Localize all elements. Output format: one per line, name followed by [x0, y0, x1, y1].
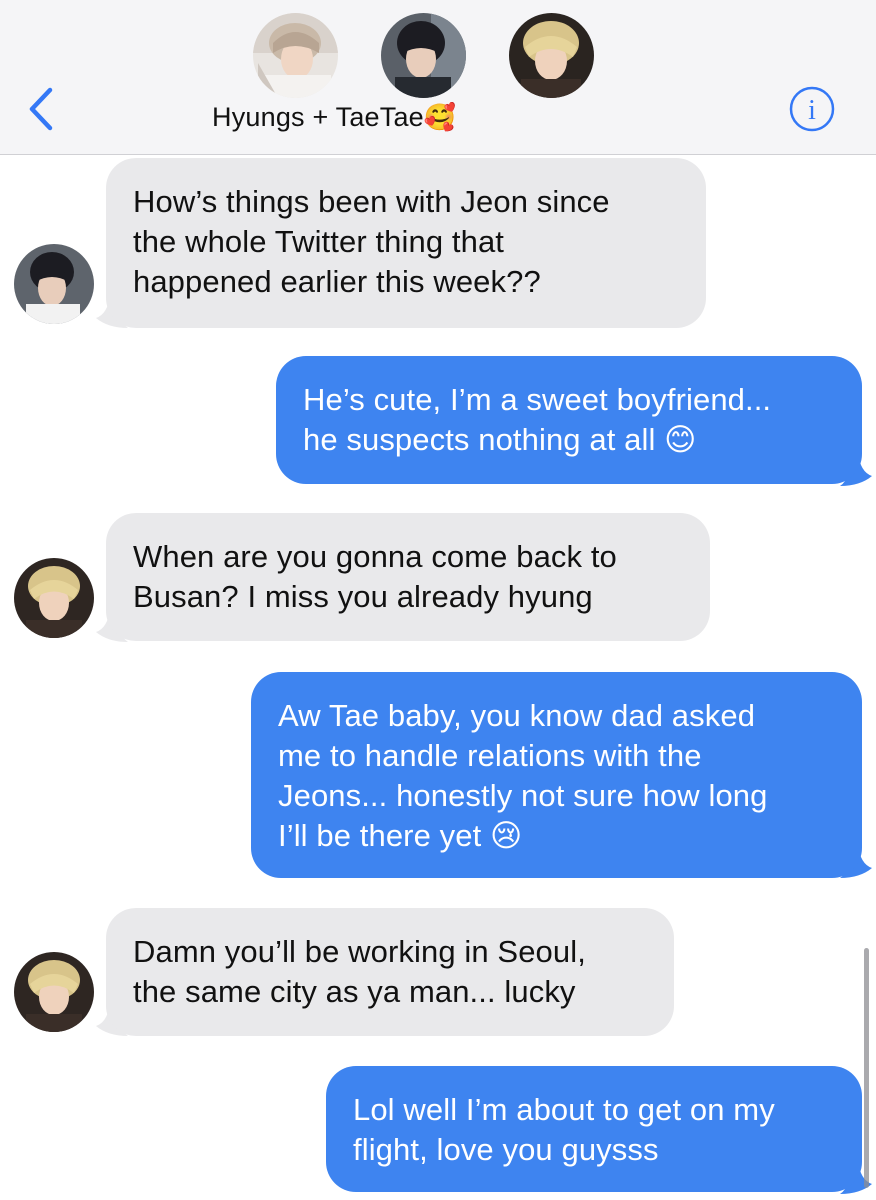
scrollbar[interactable] — [864, 948, 869, 1188]
message-line: When are you gonna come back to — [133, 539, 617, 574]
avatar-member-3[interactable] — [14, 952, 94, 1032]
group-avatars[interactable] — [0, 0, 876, 110]
message-line: I’ll be there yet 😢 — [278, 818, 523, 853]
message-line: Jeons... honestly not sure how long — [278, 778, 768, 813]
message-line: flight, love you guysss — [353, 1132, 659, 1167]
message-line: the same city as ya man... lucky — [133, 974, 576, 1009]
message-line: he suspects nothing at all 😊 — [303, 422, 697, 457]
message-bubble-incoming[interactable]: Damn you’ll be working in Seoul, the sam… — [106, 908, 674, 1036]
message-bubble-outgoing[interactable]: Aw Tae baby, you know dad asked me to ha… — [251, 672, 862, 878]
avatar-member-3 — [509, 13, 594, 98]
message-line: How’s things been with Jeon since — [133, 184, 610, 219]
message-line: Lol well I’m about to get on my — [353, 1092, 775, 1127]
message-line: me to handle relations with the — [278, 738, 702, 773]
message-bubble-outgoing[interactable]: Lol well I’m about to get on my flight, … — [326, 1066, 862, 1192]
avatar-member-1 — [253, 13, 338, 98]
avatar-member-2[interactable] — [14, 244, 94, 324]
message-line: Aw Tae baby, you know dad asked — [278, 698, 756, 733]
message-bubble-incoming[interactable]: How’s things been with Jeon since the wh… — [106, 158, 706, 328]
info-button[interactable]: i — [788, 85, 836, 133]
svg-text:i: i — [808, 95, 816, 126]
message-line: Damn you’ll be working in Seoul, — [133, 934, 586, 969]
avatar-member-3[interactable] — [14, 558, 94, 638]
group-name-text: Hyungs + TaeTae — [212, 102, 424, 132]
message-line: He’s cute, I’m a sweet boyfriend... — [303, 382, 772, 417]
conversation-header: Hyungs + TaeTae🥰 i — [0, 0, 876, 155]
message-bubble-outgoing[interactable]: He’s cute, I’m a sweet boyfriend... he s… — [276, 356, 862, 484]
message-line: happened earlier this week?? — [133, 264, 541, 299]
message-line: Busan? I miss you already hyung — [133, 579, 593, 614]
message-bubble-incoming[interactable]: When are you gonna come back to Busan? I… — [106, 513, 710, 641]
avatar-member-2 — [381, 13, 466, 98]
info-circle-icon: i — [789, 86, 835, 132]
message-line: the whole Twitter thing that — [133, 224, 505, 259]
smiling-hearts-emoji: 🥰 — [423, 102, 457, 132]
group-name[interactable]: Hyungs + TaeTae🥰 — [212, 102, 456, 142]
